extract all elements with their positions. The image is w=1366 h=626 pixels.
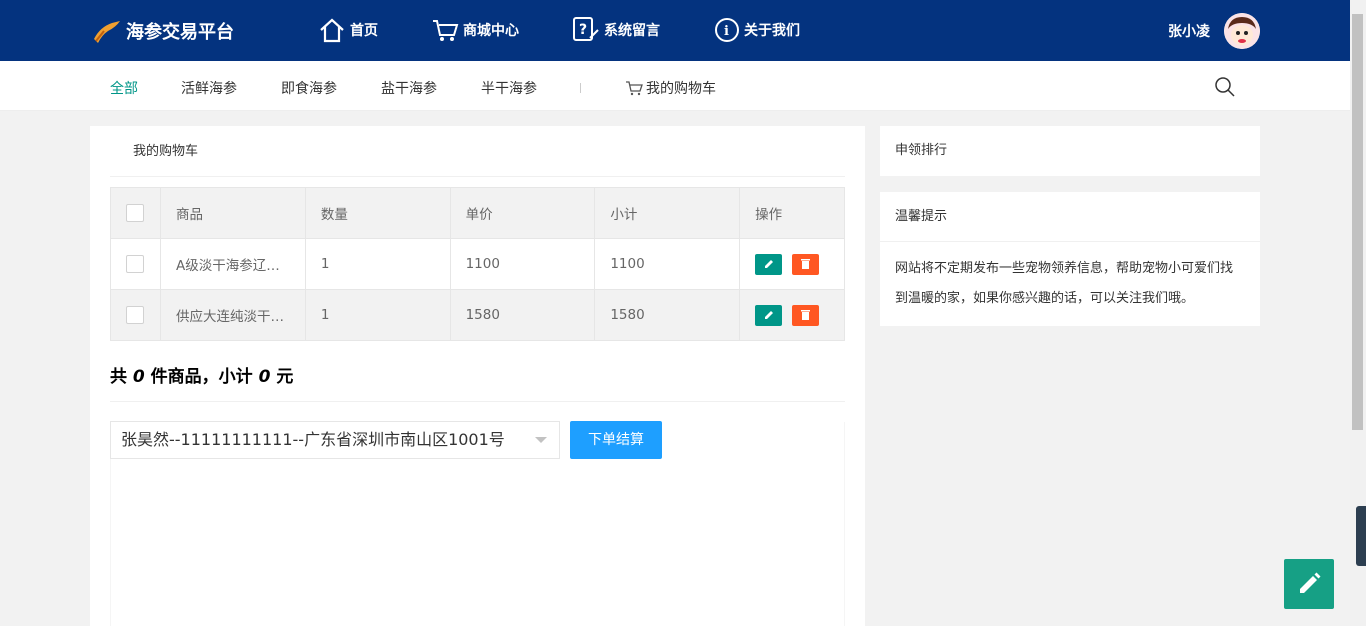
message-icon: ? <box>573 17 599 41</box>
row-checkbox[interactable] <box>126 255 144 273</box>
pencil-icon <box>765 310 774 319</box>
category-nav: 全部 活鲜海参 即食海参 盐干海参 半干海参 我的购物车 <box>0 61 1350 111</box>
avatar[interactable] <box>1224 13 1260 49</box>
column-header: 数量 <box>304 187 451 239</box>
product-name[interactable]: 供应大连纯淡干… <box>176 305 291 325</box>
tips-card: 温馨提示 网站将不定期发布一些宠物领养信息，帮助宠物小可爱们找到温暖的家，如果你… <box>880 192 1260 326</box>
quantity-cell: 1 <box>304 289 451 341</box>
category-live[interactable]: 活鲜海参 <box>181 78 237 98</box>
table-row: 供应大连纯淡干… 1 1580 1580 <box>110 289 845 341</box>
summary-suffix: 元 <box>270 367 294 387</box>
row-select-cell <box>110 238 161 290</box>
select-all-checkbox[interactable] <box>126 204 144 222</box>
unit-price-cell: 1580 <box>449 289 596 341</box>
my-cart-label: 我的购物车 <box>646 81 716 97</box>
row-checkbox[interactable] <box>126 306 144 324</box>
pencil-icon <box>1300 572 1321 593</box>
checkout-button[interactable]: 下单结算 <box>570 421 662 459</box>
table-row: A级淡干海参辽… 1 1100 1100 <box>110 238 845 290</box>
address-select[interactable]: 张昊然--11111111111--广东省深圳市南山区1001号 <box>110 421 560 459</box>
svg-text:?: ? <box>579 22 587 38</box>
actions-cell <box>739 238 845 290</box>
nav-home-label: 首页 <box>350 23 378 39</box>
page-title: 我的购物车 <box>110 126 845 177</box>
nav-messages-label: 系统留言 <box>604 23 660 39</box>
my-cart-link[interactable]: 我的购物车 <box>625 78 716 98</box>
product-name-cell: A级淡干海参辽… <box>159 238 306 290</box>
user-name[interactable]: 张小凌 <box>1168 21 1210 41</box>
nav-about[interactable]: i 关于我们 <box>714 14 800 46</box>
nav-divider <box>580 83 581 93</box>
nav-home[interactable]: 首页 <box>318 14 378 46</box>
nav-mall-center[interactable]: 商城中心 <box>431 14 519 46</box>
trash-icon <box>801 309 811 320</box>
product-name[interactable]: A级淡干海参辽… <box>176 254 291 274</box>
ranking-card: 申领排行 <box>880 126 1260 176</box>
site-logo[interactable]: 海参交易平台 <box>92 16 234 46</box>
trash-icon <box>801 258 811 269</box>
summary-prefix: 共 <box>110 367 133 387</box>
chevron-down-icon <box>535 437 547 443</box>
column-header: 单价 <box>449 187 596 239</box>
total-amount: 0 <box>258 367 271 387</box>
pencil-icon <box>765 259 774 268</box>
cart-icon <box>626 81 643 96</box>
column-header: 商品 <box>159 187 306 239</box>
quantity-cell: 1 <box>304 238 451 290</box>
cart-summary: 共 0 件商品，小计 0 元 <box>110 352 845 402</box>
edit-button[interactable] <box>755 304 783 326</box>
logo-icon <box>92 17 124 45</box>
scrollbar-thumb[interactable] <box>1352 14 1363 430</box>
select-all-cell <box>110 187 161 239</box>
product-name-cell: 供应大连纯淡干… <box>159 289 306 341</box>
tips-title: 温馨提示 <box>880 192 1260 242</box>
delete-button[interactable] <box>792 304 820 326</box>
nav-about-label: 关于我们 <box>744 23 800 39</box>
cart-panel: 我的购物车 商品 数量 单价 小计 操作 A级淡干海参辽… 1 1100 110… <box>90 126 865 626</box>
row-select-cell <box>110 289 161 341</box>
tips-text: 网站将不定期发布一些宠物领养信息，帮助宠物小可爱们找到温暖的家，如果你感兴趣的话… <box>895 261 1234 306</box>
column-header: 小计 <box>594 187 741 239</box>
ranking-title: 申领排行 <box>895 143 948 158</box>
side-widget-tab[interactable] <box>1356 506 1366 566</box>
logo-text: 海参交易平台 <box>126 22 234 43</box>
category-all[interactable]: 全部 <box>110 78 138 98</box>
selected-address: 张昊然--11111111111--广东省深圳市南山区1001号 <box>121 430 505 449</box>
category-salt-dried[interactable]: 盐干海参 <box>381 78 437 98</box>
item-count: 0 <box>132 367 145 387</box>
cart-icon <box>433 20 459 41</box>
subtotal-cell: 1580 <box>594 289 741 341</box>
info-icon: i <box>715 18 739 42</box>
nav-mall-center-label: 商城中心 <box>463 23 519 39</box>
floating-edit-button[interactable] <box>1284 559 1334 609</box>
top-header: 海参交易平台 首页 商城中心 ? 系统留言 i 关于我们 张小凌 <box>0 0 1350 61</box>
svg-text:i: i <box>724 24 729 39</box>
unit-price-cell: 1100 <box>449 238 596 290</box>
subtotal-cell: 1100 <box>594 238 741 290</box>
home-icon <box>320 18 344 43</box>
nav-messages[interactable]: ? 系统留言 <box>572 14 660 46</box>
cart-table: 商品 数量 单价 小计 操作 A级淡干海参辽… 1 1100 1100 供应大连… <box>110 187 845 341</box>
actions-cell <box>739 289 845 341</box>
category-semi-dried[interactable]: 半干海参 <box>481 78 537 98</box>
category-instant[interactable]: 即食海参 <box>281 78 337 98</box>
table-header-row: 商品 数量 单价 小计 操作 <box>110 187 845 239</box>
search-icon[interactable] <box>1214 76 1236 98</box>
column-header: 操作 <box>739 187 845 239</box>
delete-button[interactable] <box>792 253 820 275</box>
edit-button[interactable] <box>755 253 783 275</box>
summary-mid: 件商品，小计 <box>144 367 259 387</box>
